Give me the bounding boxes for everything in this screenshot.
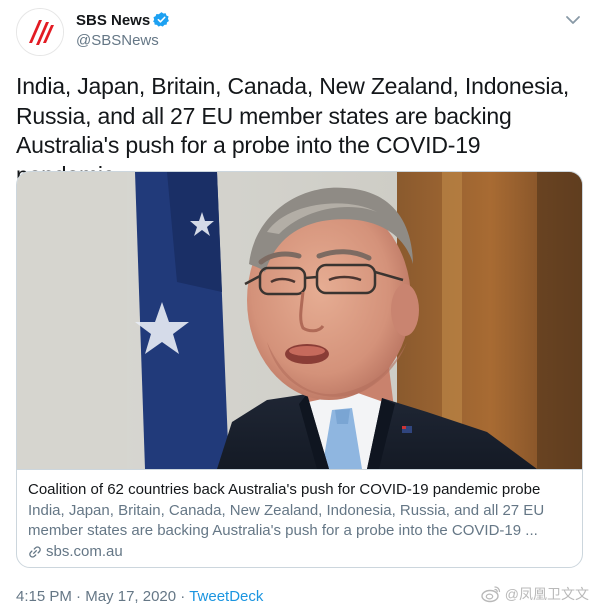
- watermark: @凤凰卫文文: [481, 584, 589, 604]
- sbs-logo-icon: [17, 9, 63, 55]
- press-conference-photo: [17, 172, 582, 469]
- card-domain: sbs.com.au: [28, 542, 573, 562]
- user-handle[interactable]: @SBSNews: [76, 31, 159, 51]
- avatar[interactable]: [16, 8, 64, 56]
- card-image: [17, 172, 582, 469]
- card-domain-text: sbs.com.au: [46, 543, 123, 560]
- tweet-text-line: Russia, and all 27 EU member states are …: [16, 102, 512, 129]
- tweet-text-line: India, Japan, Britain, Canada, New Zeala…: [16, 73, 570, 99]
- tweet: SBS News @SBSNews India, Japan, Britain,…: [0, 0, 597, 612]
- watermark-text: @凤凰卫文文: [504, 586, 589, 602]
- tweet-time[interactable]: 4:15 PM: [16, 588, 72, 605]
- separator-dot: ·: [180, 588, 186, 605]
- tweet-source-link[interactable]: TweetDeck: [189, 588, 263, 605]
- card-body: Coalition of 62 countries back Australia…: [17, 469, 582, 567]
- card-description: India, Japan, Britain, Canada, New Zeala…: [28, 501, 573, 541]
- tweet-date[interactable]: May 17, 2020: [85, 588, 176, 605]
- chevron-down-icon[interactable]: [563, 10, 583, 30]
- link-icon: [29, 546, 41, 558]
- display-name[interactable]: SBS News: [76, 11, 170, 31]
- verified-badge-icon: [153, 12, 170, 27]
- card-title: Coalition of 62 countries back Australia…: [28, 481, 541, 498]
- card-description-line: India, Japan, Britain, Canada, New Zeala…: [28, 502, 545, 519]
- card-description-line: member states are backing Australia's pu…: [28, 522, 538, 539]
- separator-dot: ·: [76, 588, 82, 605]
- display-name-text: SBS News: [76, 12, 151, 29]
- link-card[interactable]: Coalition of 62 countries back Australia…: [16, 171, 583, 568]
- tweet-metadata: 4:15 PM · May 17, 2020 · TweetDeck: [16, 587, 263, 607]
- weibo-logo-icon: [481, 586, 500, 603]
